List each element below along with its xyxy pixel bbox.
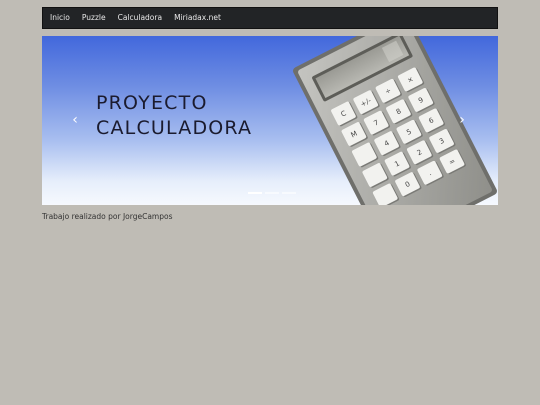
chevron-left-icon[interactable]: ‹ — [68, 110, 82, 130]
carousel-indicator-2[interactable] — [265, 192, 279, 194]
carousel-indicator-3[interactable] — [282, 192, 296, 194]
author-credit: Trabajo realizado por JorgeCampos — [42, 212, 173, 221]
image-carousel: C +/- ÷ × M 7 8 9 4 5 6 1 2 3 0. = PROYECTO CALCULADORA… — [42, 36, 498, 205]
banner-title-line-1: PROYECTO — [96, 92, 208, 114]
nav-item-calculadora[interactable]: Calculadora — [112, 8, 169, 28]
nav-item-miriadax[interactable]: Miriadax.net — [168, 8, 227, 28]
carousel-indicators — [248, 192, 296, 195]
nav-item-inicio[interactable]: Inicio — [43, 8, 76, 28]
navbar: Inicio Puzzle Calculadora Miriadax.net — [42, 7, 498, 29]
banner-title-line-2: CALCULADORA — [96, 117, 253, 139]
nav-item-puzzle[interactable]: Puzzle — [76, 8, 112, 28]
carousel-indicator-1[interactable] — [248, 192, 262, 194]
chevron-right-icon[interactable]: › — [455, 110, 469, 130]
